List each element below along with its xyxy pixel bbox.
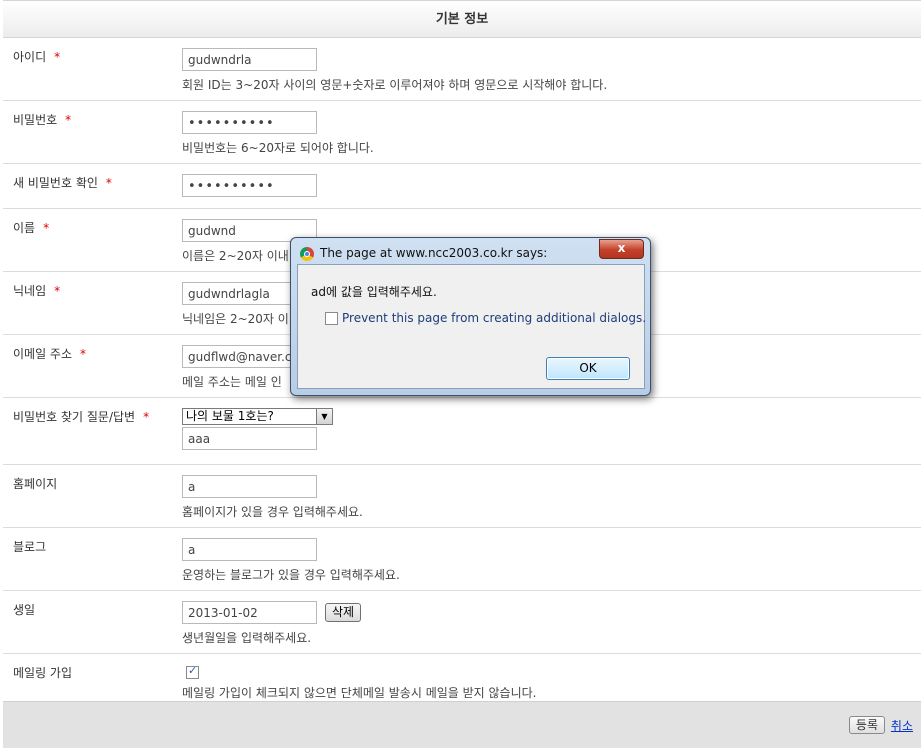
row-label: 홈페이지 (13, 477, 58, 491)
required-mark: * (54, 50, 61, 64)
cancel-link[interactable]: 취소 (891, 717, 913, 734)
prevent-dialogs-label[interactable]: Prevent this page from creating addition… (342, 311, 646, 325)
prevent-dialogs-checkbox[interactable] (325, 312, 338, 325)
homepage-help: 홈페이지가 있을 경우 입력해주세요. (182, 505, 363, 519)
row-label: 비밀번호 찾기 질문/답변 (13, 410, 136, 424)
birthday-input[interactable]: 2013-01-02 (182, 601, 317, 624)
select-value: 나의 보물 1호는? (186, 409, 274, 423)
dialog-title: The page at www.ncc2003.co.kr says: (320, 246, 548, 260)
row-password: 비밀번호 * •••••••••• 비밀번호는 6~20자로 되어야 합니다. (3, 101, 921, 164)
password-answer-input[interactable]: aaa (182, 427, 317, 450)
password-question-select[interactable]: 나의 보물 1호는? ▼ (182, 408, 333, 425)
required-mark: * (80, 347, 87, 361)
mailing-checkbox[interactable]: ✓ (186, 664, 199, 679)
row-blog: 블로그 a 운영하는 블로그가 있을 경우 입력해주세요. (3, 528, 921, 591)
row-password-confirm: 새 비밀번호 확인 * •••••••••• (3, 164, 921, 209)
required-mark: * (43, 221, 50, 235)
row-label: 블로그 (13, 540, 47, 554)
row-label: 새 비밀번호 확인 (13, 176, 98, 190)
register-button[interactable]: 등록 (848, 716, 885, 734)
row-label: 비밀번호 (13, 113, 58, 127)
row-label: 이메일 주소 (13, 347, 73, 361)
close-button[interactable]: x (599, 239, 644, 259)
ok-button[interactable]: OK (546, 357, 630, 380)
blog-input[interactable]: a (182, 538, 317, 561)
required-mark: * (54, 284, 61, 298)
user-id-help: 회원 ID는 3~20자 사이의 영문+숫자로 이루어져야 하며 영문으로 시작… (182, 78, 608, 92)
blog-help: 운영하는 블로그가 있을 경우 입력해주세요. (182, 568, 400, 582)
password-help: 비밀번호는 6~20자로 되어야 합니다. (182, 141, 374, 155)
form-footer: 등록 취소 (3, 701, 921, 748)
chevron-down-icon[interactable]: ▼ (316, 409, 332, 424)
mailing-help: 메일링 가입이 체크되지 않으면 단체메일 발송시 메일을 받지 않습니다. (182, 686, 537, 700)
alert-dialog: The page at www.ncc2003.co.kr says: x ad… (290, 237, 651, 396)
dialog-message: ad에 값을 입력해주세요. (311, 285, 437, 299)
password-confirm-input[interactable]: •••••••••• (182, 174, 317, 197)
row-label: 메일링 가입 (13, 666, 73, 680)
homepage-input[interactable]: a (182, 475, 317, 498)
password-input[interactable]: •••••••••• (182, 111, 317, 134)
section-header: 기본 정보 (3, 0, 921, 38)
row-label: 이름 (13, 221, 36, 235)
row-password-question: 비밀번호 찾기 질문/답변 * 나의 보물 1호는? ▼ aaa (3, 398, 921, 465)
dialog-body: ad에 값을 입력해주세요. Prevent this page from cr… (297, 264, 646, 389)
required-mark: * (105, 176, 112, 190)
row-homepage: 홈페이지 a 홈페이지가 있을 경우 입력해주세요. (3, 465, 921, 528)
row-label: 생일 (13, 603, 36, 617)
birthday-help: 생년월일을 입력해주세요. (182, 631, 312, 645)
chrome-icon (300, 247, 314, 261)
row-label: 닉네임 (13, 284, 47, 298)
checkmark-icon: ✓ (188, 664, 198, 677)
row-birthday: 생일 2013-01-02 삭제 생년월일을 입력해주세요. (3, 591, 921, 654)
row-label: 아이디 (13, 50, 47, 64)
delete-button[interactable]: 삭제 (325, 603, 362, 622)
required-mark: * (143, 410, 150, 424)
user-id-input[interactable]: gudwndrla (182, 48, 317, 71)
row-user-id: 아이디 * gudwndrla 회원 ID는 3~20자 사이의 영문+숫자로 이… (3, 38, 921, 101)
required-mark: * (65, 113, 72, 127)
